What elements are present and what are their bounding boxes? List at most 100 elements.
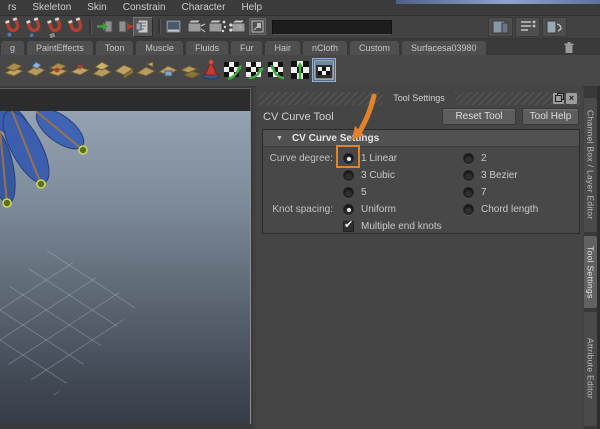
viewport-menu-bar xyxy=(0,88,251,111)
reset-tool-button[interactable]: Reset Tool xyxy=(442,108,516,125)
window-edge-highlight xyxy=(396,0,600,4)
cv-curve-settings-body: Curve degree: 1 Linear 2 3 Cubic 3 Bezie… xyxy=(263,147,579,235)
surface-tool-icon[interactable] xyxy=(134,58,158,82)
selection-mask-icon[interactable] xyxy=(249,18,266,35)
snap-to-curves-icon[interactable] xyxy=(24,17,44,38)
multiple-end-knots-row: ✔ Multiple end knots xyxy=(263,218,579,235)
shelf-tab-painteffects[interactable]: PaintEffects xyxy=(27,41,93,55)
surface-tool-icon[interactable] xyxy=(24,58,48,82)
shelf-tab-surfaces[interactable]: Surfacesa03980 xyxy=(402,41,486,55)
annotation-highlight-rect xyxy=(336,145,360,168)
toolbar-separator xyxy=(158,19,161,34)
surface-tool-icon[interactable] xyxy=(156,58,180,82)
render-view-icon[interactable] xyxy=(164,17,184,37)
shelf-tab-muscle[interactable]: Muscle xyxy=(136,41,183,55)
knot-spacing-row: Knot spacing: Uniform Chord length xyxy=(263,201,579,218)
curve-checker-icon[interactable] xyxy=(222,58,246,82)
construction-history-toggle[interactable] xyxy=(133,17,153,37)
shelf-tab-bar: g PaintEffects Toon Muscle Fluids Fur Ha… xyxy=(0,39,600,55)
menu-item-partial[interactable]: rs xyxy=(0,1,24,14)
radio-label: 3 Cubic xyxy=(361,170,395,181)
shelf-tab-hair[interactable]: Hair xyxy=(265,41,300,55)
show-attribute-editor-button[interactable] xyxy=(488,17,513,37)
tab-channel-box-layer-editor[interactable]: Channel Box / Layer Editor xyxy=(584,98,597,232)
shelf xyxy=(0,55,600,87)
input-connections-icon[interactable] xyxy=(95,17,115,37)
radio-5[interactable] xyxy=(343,187,354,198)
curve-checker-icon[interactable] xyxy=(244,58,268,82)
maya-window: rs Skeleton Skin Constrain Character Hel… xyxy=(0,0,600,429)
show-tool-settings-button[interactable] xyxy=(515,17,540,37)
knot-spacing-label: Knot spacing: xyxy=(272,204,333,215)
menu-item-skeleton[interactable]: Skeleton xyxy=(24,1,79,14)
multiple-end-knots-checkbox[interactable]: ✔ xyxy=(343,219,354,232)
chevron-down-icon[interactable]: ▾ xyxy=(238,22,243,33)
surface-tool-icon[interactable] xyxy=(112,58,136,82)
curve-degree-row-2: 3 Cubic 3 Bezier xyxy=(263,167,579,184)
shelf-tab-custom[interactable]: Custom xyxy=(349,41,399,55)
surface-tool-icon[interactable] xyxy=(178,58,202,82)
tab-attribute-editor[interactable]: Attribute Editor xyxy=(584,312,597,426)
radio-label: 1 Linear xyxy=(361,153,398,164)
curve-degree-row-1: Curve degree: 1 Linear 2 xyxy=(263,150,579,167)
render-current-frame-icon[interactable] xyxy=(186,17,206,37)
menu-item-help[interactable]: Help xyxy=(233,1,270,14)
snap-to-view-planes-icon[interactable] xyxy=(66,17,86,37)
curve-checker-icon[interactable] xyxy=(266,58,290,82)
sidebar-tab-strip: Channel Box / Layer Editor Tool Settings… xyxy=(584,86,597,429)
radio-label: 3 Bezier xyxy=(481,170,518,181)
cv-curve-settings-header[interactable]: ▼ CV Curve Settings xyxy=(263,130,579,147)
close-icon[interactable]: × xyxy=(566,93,577,104)
panel-title-bar[interactable]: Tool Settings × xyxy=(258,92,580,105)
radio-2[interactable] xyxy=(463,153,474,164)
viewport-canvas[interactable] xyxy=(0,111,251,424)
shelf-tab-fur[interactable]: Fur xyxy=(230,41,263,55)
radio-chord-length[interactable] xyxy=(463,204,474,215)
shelf-tab-fluids[interactable]: Fluids xyxy=(185,41,228,55)
show-channel-box-button[interactable] xyxy=(542,17,567,37)
surface-tool-icon[interactable] xyxy=(46,58,70,82)
shelf-tab-partial[interactable]: g xyxy=(1,41,25,55)
curve-degree-row-3: 5 7 xyxy=(263,184,579,201)
toolbar-separator xyxy=(89,19,92,34)
radio-label: 7 xyxy=(481,187,487,198)
collapse-triangle-icon[interactable]: ▼ xyxy=(276,135,283,142)
radio-3-bezier[interactable] xyxy=(463,170,474,181)
curve-checker-icon[interactable] xyxy=(288,58,312,82)
status-line: ▾ xyxy=(0,16,600,39)
float-panel-icon[interactable] xyxy=(553,93,564,104)
curve-degree-label: Curve degree: xyxy=(269,153,333,164)
surface-tool-icon[interactable] xyxy=(2,58,26,82)
scene-graphics xyxy=(0,111,138,396)
ipr-render-icon[interactable] xyxy=(207,17,227,37)
menu-item-character[interactable]: Character xyxy=(174,1,234,14)
shelf-tab-toon[interactable]: Toon xyxy=(95,41,134,55)
trash-icon[interactable] xyxy=(562,41,576,54)
snap-to-grids-icon[interactable] xyxy=(3,17,23,37)
tab-tool-settings[interactable]: Tool Settings xyxy=(584,236,597,308)
radio-label: 2 xyxy=(481,153,487,164)
radio-label: 5 xyxy=(361,187,367,198)
menu-item-constrain[interactable]: Constrain xyxy=(115,1,174,14)
blue-leaves-object xyxy=(0,111,88,208)
panel-title: Tool Settings xyxy=(383,92,455,105)
viewport-panel[interactable] xyxy=(0,86,253,429)
menu-item-skin[interactable]: Skin xyxy=(79,1,114,14)
tool-help-button[interactable]: Tool Help xyxy=(522,108,579,125)
radio-label: Uniform xyxy=(361,204,397,215)
radio-3-cubic[interactable] xyxy=(343,170,354,181)
surface-tool-icon[interactable] xyxy=(68,58,92,82)
radio-7[interactable] xyxy=(463,187,474,198)
cv-curve-settings-frame: ▼ CV Curve Settings Curve degree: 1 Line… xyxy=(262,129,580,234)
check-icon: ✔ xyxy=(344,219,354,231)
nurbs-cone-icon[interactable] xyxy=(200,58,224,82)
radio-label: Chord length xyxy=(481,204,539,215)
section-title: CV Curve Settings xyxy=(291,132,380,144)
checkbox-label: Multiple end knots xyxy=(361,221,442,232)
cv-curve-tool-icon-selected[interactable] xyxy=(312,58,336,82)
snap-to-points-icon[interactable] xyxy=(45,17,65,39)
surface-tool-icon[interactable] xyxy=(90,58,114,82)
status-input-field[interactable] xyxy=(272,20,392,35)
radio-uniform[interactable] xyxy=(343,204,354,215)
shelf-tab-ncloth[interactable]: nCloth xyxy=(302,41,347,55)
